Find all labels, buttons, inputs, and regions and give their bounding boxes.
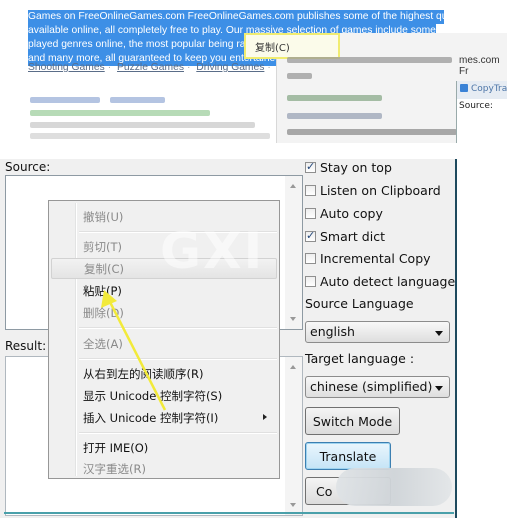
menu-item-copy[interactable]: 复制(C) [51,258,277,279]
menu-item-delete[interactable]: 删除(D) [51,302,277,323]
menu-item-select-all[interactable]: 全选(A) [51,333,277,354]
checkbox-unchecked-icon [305,275,316,287]
submenu-arrow-icon [263,414,267,420]
blurred-result-snippet [30,133,270,139]
checkbox-checked-icon [305,160,316,173]
selected-line: Games on FreeOnlineGames.com FreeOnlineG… [28,10,444,24]
result-scrollbar[interactable] [285,357,302,515]
menu-item-cut[interactable]: 剪切(T) [51,236,277,257]
scroll-up-icon[interactable] [290,365,296,369]
chevron-down-icon [435,386,443,391]
link-driving-games[interactable]: Driving Games [196,62,264,73]
blurred-menu-item [287,73,312,79]
window-bottom-border [4,512,454,514]
stay-on-top-checkbox[interactable]: Stay on top [305,157,392,177]
switch-mode-button[interactable]: Switch Mode [305,407,400,435]
browser-copy-menu-item[interactable]: 复制(C) [244,33,340,59]
menu-separator [79,358,277,360]
menu-item-paste[interactable]: 粘贴(P) [51,280,277,301]
checkbox-unchecked-icon [305,184,316,196]
mini-title: CopyTra [471,84,507,94]
listen-clipboard-checkbox[interactable]: Listen on Clipboard [305,180,441,200]
menu-item-rtl-reading[interactable]: 从右到左的阅读顺序(R) [51,363,277,384]
checkbox-label: Auto detect language [320,273,456,289]
checkbox-label: Stay on top [320,159,392,175]
menu-item-label: 插入 Unicode 控制字符(I) [83,410,219,425]
target-language-select[interactable]: chinese (simplified) [305,376,450,398]
blur-overlay [336,468,452,506]
source-label: Source: [5,160,51,174]
menu-item-undo[interactable]: 撤销(U) [51,206,277,227]
blurred-result-title [110,97,165,103]
source-language-value: english [310,324,355,339]
menu-item-reconversion[interactable]: 汉字重选(R) [51,458,277,479]
menu-item-open-ime[interactable]: 打开 IME(O) [51,437,277,458]
checkbox-label: Auto copy [320,205,383,221]
source-language-select[interactable]: english [305,321,450,343]
checkbox-label: Smart dict [320,228,385,244]
source-scrollbar[interactable] [285,176,302,329]
category-links: Shooting Games · Puzzle Games · Driving Ga… [28,62,318,73]
menu-item-insert-unicode[interactable]: 插入 Unicode 控制字符(I) [51,407,277,428]
menu-separator [79,231,277,233]
blurred-result-title [30,97,100,103]
scroll-up-icon[interactable] [290,184,296,188]
scroll-down-icon[interactable] [290,503,296,507]
blurred-result-url [30,110,210,116]
app-icon [460,84,468,92]
partial-text: mes.com Fr [459,55,500,77]
menu-item-show-unicode[interactable]: 显示 Unicode 控制字符(S) [51,385,277,406]
textbox-context-menu: 撤销(U) 剪切(T) 复制(C) 粘贴(P) 删除(D) 全选(A) 从右到左… [48,200,280,479]
blurred-menu-item [287,95,382,101]
menu-separator [79,432,277,434]
link-shooting-games[interactable]: Shooting Games [28,62,105,73]
smart-dict-checkbox[interactable]: Smart dict [305,226,385,246]
checkbox-label: Incremental Copy [320,250,431,266]
target-language-value: chinese (simplified) [310,379,433,394]
blurred-menu-item [287,113,382,119]
chevron-down-icon [435,331,443,336]
mini-source-label: Source: [459,101,493,111]
checkbox-label: Listen on Clipboard [320,182,441,198]
menu-separator [79,327,277,329]
incremental-copy-checkbox[interactable]: Incremental Copy [305,248,431,268]
blurred-result-snippet [30,122,255,128]
webpage-snippet: Games on FreeOnlineGames.com FreeOnlineG… [0,0,507,150]
auto-copy-checkbox[interactable]: Auto copy [305,203,383,223]
scroll-down-icon[interactable] [290,317,296,321]
auto-detect-language-checkbox[interactable]: Auto detect language [305,271,455,291]
result-label: Result: [5,339,47,353]
blurred-menu-item [287,57,452,63]
mini-title-bar[interactable]: CopyTra [457,81,507,99]
checkbox-checked-icon [305,229,316,242]
checkbox-unchecked-icon [305,252,316,264]
link-puzzle-games[interactable]: Puzzle Games [117,62,184,73]
browser-copy-label: 复制(C) [255,43,290,54]
translate-button[interactable]: Translate [305,442,391,470]
target-language-label: Target language : [305,351,415,366]
checkbox-unchecked-icon [305,207,316,219]
copytranslator-mini-window: CopyTra Source: [456,81,507,143]
blurred-menu-item [287,129,457,135]
source-language-label: Source Language [305,296,414,311]
